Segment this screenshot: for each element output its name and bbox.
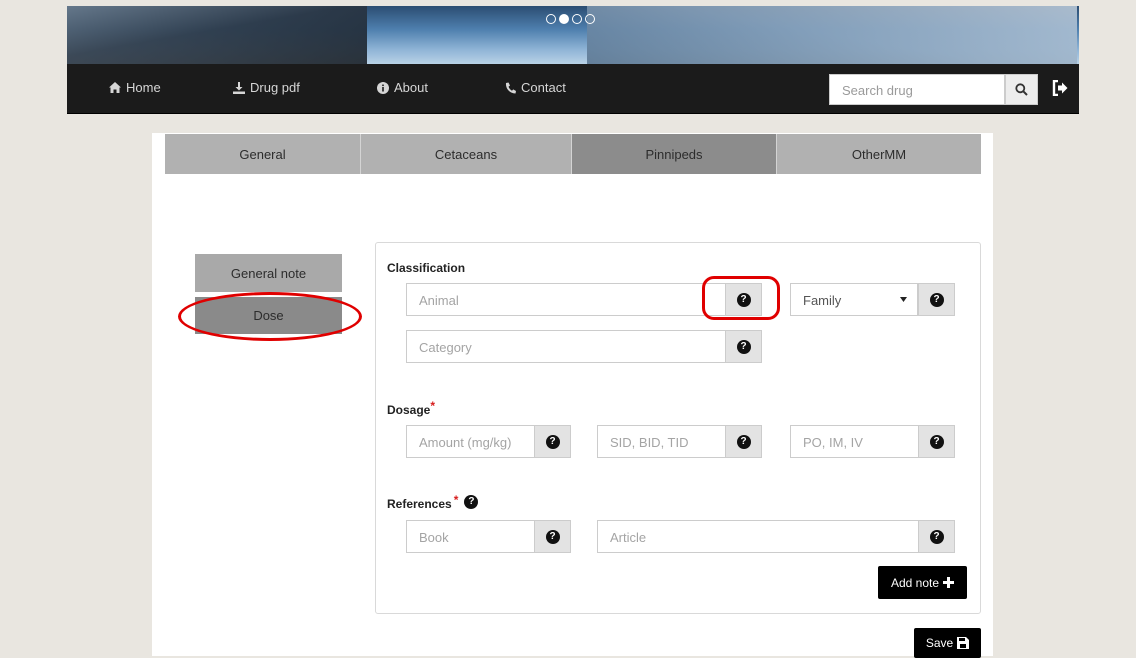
amount-input[interactable]: Amount (mg/kg) — [406, 425, 534, 458]
classification-title: Classification — [387, 261, 466, 275]
nav-about[interactable]: About — [377, 80, 428, 95]
banner-image-left — [67, 6, 367, 64]
references-title: References * ? — [387, 493, 479, 511]
carousel-dot[interactable] — [572, 14, 582, 24]
family-select-value: Family — [803, 293, 842, 308]
tab-general[interactable]: General — [165, 134, 361, 174]
tab-cetaceans[interactable]: Cetaceans — [361, 134, 572, 174]
animal-input[interactable]: Animal — [406, 283, 725, 316]
nav-contact-label: Contact — [521, 80, 566, 95]
required-mark: * — [453, 493, 459, 507]
tab-pinnipeds[interactable]: Pinnipeds — [572, 134, 777, 174]
highlight-ring-animal-help — [702, 276, 780, 320]
question-icon: ? — [736, 434, 751, 449]
family-help-button[interactable]: ? — [918, 283, 955, 316]
category-input[interactable]: Category — [406, 330, 725, 363]
nav-home-label: Home — [126, 80, 161, 95]
species-tabs: General Cetaceans Pinnipeds OtherMM — [165, 134, 981, 174]
dosage-title: Dosage* — [387, 399, 436, 417]
nav-about-label: About — [394, 80, 428, 95]
tab-othermm-label: OtherMM — [851, 146, 907, 162]
download-icon — [233, 81, 245, 94]
question-icon: ? — [545, 434, 560, 449]
nav-home[interactable]: Home — [109, 80, 161, 95]
phone-icon — [505, 82, 516, 93]
book-input[interactable]: Book — [406, 520, 534, 553]
tab-pinnipeds-label: Pinnipeds — [645, 146, 703, 162]
search-icon — [1015, 83, 1028, 96]
family-select[interactable]: Family — [790, 283, 918, 316]
general-note-button[interactable]: General note — [195, 254, 342, 292]
question-icon: ? — [464, 495, 479, 509]
nav-drug-pdf[interactable]: Drug pdf — [233, 80, 300, 95]
search-input[interactable]: Search drug — [829, 74, 1005, 105]
question-icon: ? — [545, 529, 560, 544]
navbar: Home Drug pdf About Contact Search drug — [67, 64, 1079, 114]
add-note-label: Add note — [890, 575, 940, 590]
logout-icon[interactable] — [1052, 80, 1068, 96]
tab-cetaceans-label: Cetaceans — [434, 146, 498, 162]
article-input[interactable]: Article — [597, 520, 918, 553]
plus-icon — [943, 577, 955, 588]
question-icon: ? — [929, 434, 944, 449]
frequency-help-button[interactable]: ? — [725, 425, 762, 458]
route-input[interactable]: PO, IM, IV — [790, 425, 918, 458]
question-icon: ? — [929, 529, 944, 544]
carousel-indicators — [546, 14, 595, 26]
question-icon: ? — [736, 339, 751, 354]
carousel-dot[interactable] — [585, 14, 595, 24]
question-icon: ? — [929, 292, 944, 307]
tab-general-label: General — [239, 146, 286, 162]
carousel-dot-active[interactable] — [559, 14, 569, 24]
required-mark: * — [430, 399, 436, 413]
general-note-label: General note — [230, 265, 307, 281]
home-icon — [109, 82, 121, 93]
save-button[interactable]: Save — [914, 628, 981, 658]
search-button[interactable] — [1005, 74, 1038, 105]
category-help-button[interactable]: ? — [725, 330, 762, 363]
book-help-button[interactable]: ? — [534, 520, 571, 553]
carousel-dot[interactable] — [546, 14, 556, 24]
amount-help-button[interactable]: ? — [534, 425, 571, 458]
save-label: Save — [925, 636, 954, 650]
highlight-ring-dose — [178, 292, 362, 341]
references-help-icon[interactable]: ? — [464, 495, 479, 509]
nav-drug-pdf-label: Drug pdf — [250, 80, 300, 95]
save-icon — [957, 637, 970, 649]
frequency-input[interactable]: SID, BID, TID — [597, 425, 725, 458]
add-note-button[interactable]: Add note — [878, 566, 967, 599]
banner-image-right — [587, 6, 1077, 64]
route-help-button[interactable]: ? — [918, 425, 955, 458]
caret-down-icon — [900, 297, 907, 302]
article-help-button[interactable]: ? — [918, 520, 955, 553]
references-title-text: References — [387, 497, 452, 511]
info-icon — [377, 81, 389, 94]
nav-contact[interactable]: Contact — [505, 80, 566, 95]
tab-othermm[interactable]: OtherMM — [777, 134, 981, 174]
